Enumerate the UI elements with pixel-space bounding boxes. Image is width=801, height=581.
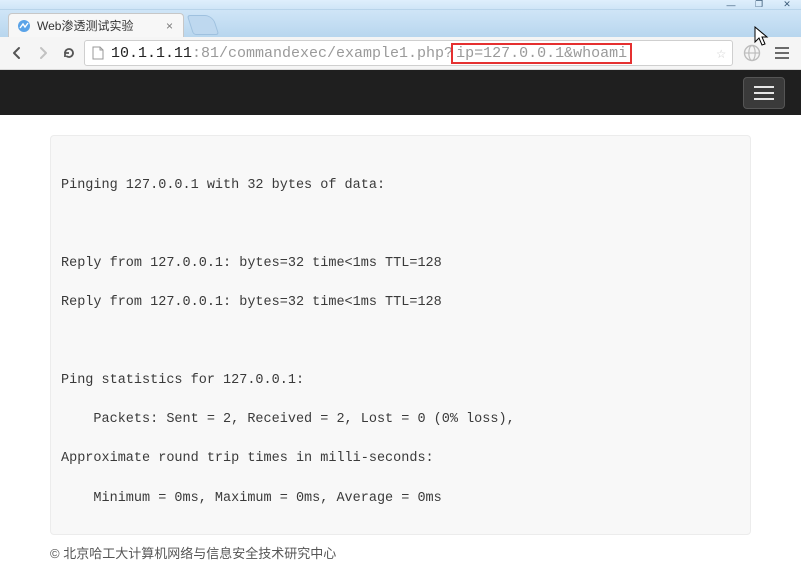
- tab-favicon-icon: [17, 19, 31, 33]
- browser-tab[interactable]: Web渗透测试实验 ×: [8, 13, 184, 37]
- page-icon: [91, 46, 105, 60]
- window-close-button[interactable]: ✕: [773, 0, 801, 10]
- chrome-menu-button[interactable]: [771, 42, 793, 64]
- site-navbar: [0, 70, 801, 115]
- reload-button[interactable]: [58, 42, 80, 64]
- tab-title: Web渗透测试实验: [37, 17, 164, 34]
- page-footer: © 北京哈工大计算机网络与信息安全技术研究中心: [50, 543, 751, 562]
- window-titlebar: — ❐ ✕: [0, 0, 801, 10]
- page-viewport[interactable]: Pinging 127.0.0.1 with 32 bytes of data:…: [0, 70, 801, 581]
- window-maximize-button[interactable]: ❐: [745, 0, 773, 10]
- page-content: Pinging 127.0.0.1 with 32 bytes of data:…: [0, 135, 801, 562]
- browser-tabstrip: Web渗透测试实验 ×: [0, 10, 801, 37]
- address-bar[interactable]: 10.1.1.11:81/commandexec/example1.php?ip…: [84, 40, 733, 66]
- command-output: Pinging 127.0.0.1 with 32 bytes of data:…: [50, 135, 751, 535]
- bookmark-star-icon[interactable]: ☆: [716, 43, 726, 63]
- new-tab-button[interactable]: [187, 15, 219, 35]
- site-menu-button[interactable]: [743, 77, 785, 109]
- tab-close-button[interactable]: ×: [164, 19, 175, 33]
- globe-icon[interactable]: [741, 42, 763, 64]
- url-highlighted-query: ip=127.0.0.1&whoami: [451, 43, 632, 64]
- back-button[interactable]: [6, 42, 28, 64]
- window-minimize-button[interactable]: —: [717, 0, 745, 10]
- url-text: 10.1.1.11:81/commandexec/example1.php?ip…: [111, 43, 632, 64]
- browser-toolbar: 10.1.1.11:81/commandexec/example1.php?ip…: [0, 37, 801, 70]
- forward-button[interactable]: [32, 42, 54, 64]
- window-controls: — ❐ ✕: [717, 0, 801, 10]
- url-host: 10.1.1.11: [111, 45, 192, 62]
- url-path: :81/commandexec/example1.php?: [192, 45, 453, 62]
